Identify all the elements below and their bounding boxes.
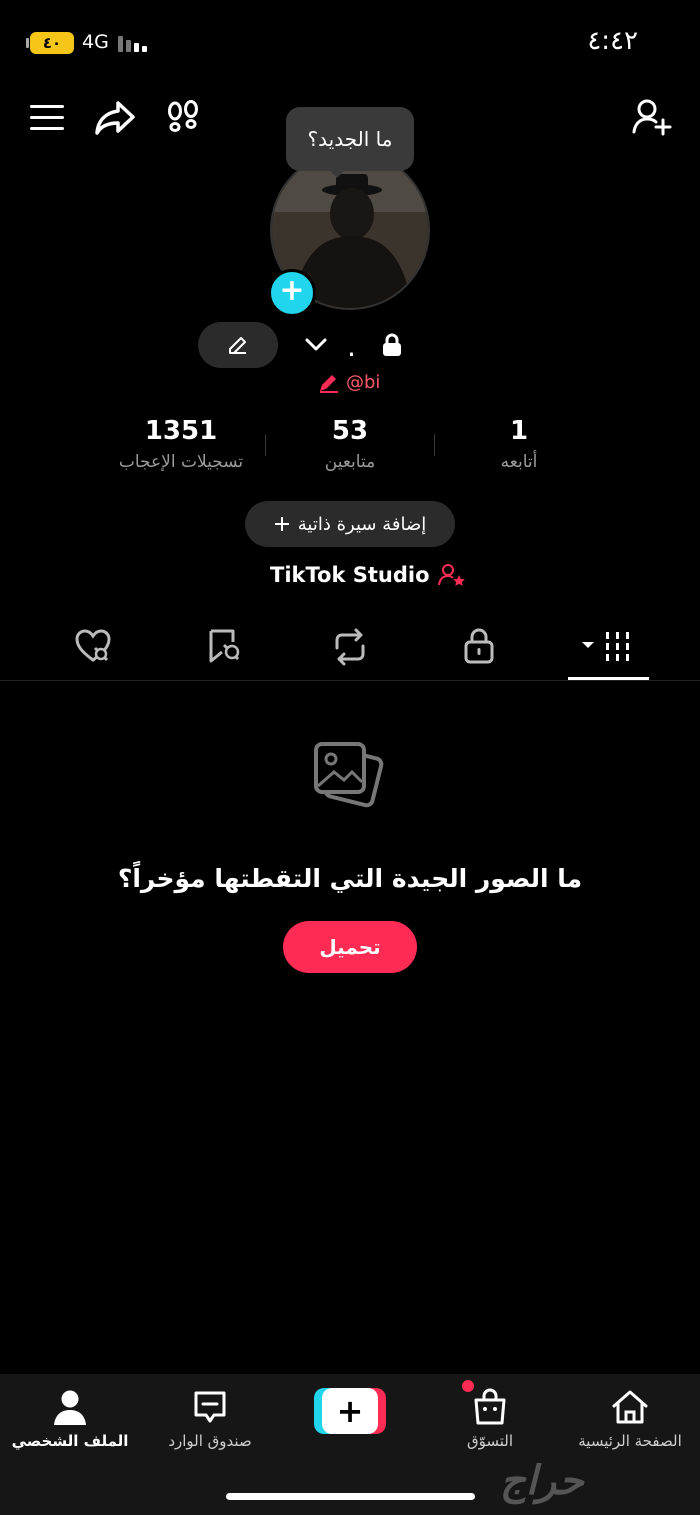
- tooltip-arrow: [327, 168, 347, 178]
- network-type: 4G: [82, 31, 109, 53]
- status-time: ٤:٤٢: [587, 26, 638, 56]
- add-story-button[interactable]: +: [268, 269, 316, 317]
- username-handle: @bi: [346, 372, 381, 393]
- haraj-watermark: حراج: [500, 1458, 584, 1504]
- liked-hidden-icon: [74, 628, 112, 664]
- following-count: 1: [509, 416, 529, 446]
- nav-profile-label: الملف الشخصي: [11, 1432, 129, 1450]
- studio-label: TikTok Studio: [270, 563, 430, 587]
- signal-icon: [118, 34, 150, 52]
- footprints-icon[interactable]: [165, 100, 201, 136]
- add-bio-button[interactable]: إضافة سيرة ذاتية: [245, 501, 455, 547]
- tab-videos[interactable]: [582, 630, 636, 664]
- chevron-down-icon[interactable]: [304, 334, 328, 356]
- lock-icon: [464, 628, 494, 664]
- create-plus-icon: +: [322, 1388, 378, 1434]
- plus-icon: [274, 516, 290, 532]
- tiktok-studio-link[interactable]: TikTok Studio: [270, 563, 466, 587]
- profile-name: .: [347, 330, 356, 363]
- grid-icon: [582, 630, 636, 664]
- likes-count: 1351: [144, 416, 218, 446]
- nav-inbox[interactable]: صندوق الوارد: [140, 1386, 280, 1450]
- menu-icon[interactable]: [30, 104, 64, 132]
- profile-icon: [0, 1386, 140, 1428]
- pencil-icon: [226, 333, 250, 357]
- nav-shop[interactable]: التسوّق: [420, 1386, 560, 1450]
- upload-button[interactable]: تحميل: [283, 921, 417, 973]
- nav-home[interactable]: الصفحة الرئيسية: [560, 1386, 700, 1450]
- edit-pen-icon: [318, 373, 340, 393]
- tab-private[interactable]: [464, 628, 494, 664]
- followers-count: 53: [331, 416, 369, 446]
- tab-reposts[interactable]: [331, 628, 369, 666]
- edit-profile-button[interactable]: [198, 322, 278, 368]
- photos-icon: [314, 742, 388, 842]
- shopping-bag-icon: [420, 1386, 560, 1428]
- followers-label: متابعين: [324, 452, 376, 472]
- stat-likes: 1351 تسجيلات الإعجاب: [96, 416, 266, 472]
- home-indicator[interactable]: [226, 1493, 475, 1500]
- add-friend-icon[interactable]: [632, 98, 672, 136]
- stat-followers[interactable]: 53 متابعين: [265, 416, 435, 472]
- inbox-icon: [140, 1386, 280, 1428]
- nav-shop-label: التسوّق: [466, 1432, 514, 1450]
- battery-indicator: ٤٠: [30, 32, 74, 54]
- tab-liked[interactable]: [74, 628, 112, 664]
- home-icon: [560, 1386, 700, 1428]
- tabs-divider: [0, 680, 700, 681]
- tab-favorites[interactable]: [206, 628, 242, 664]
- empty-state-title: ما الصور الجيدة التي التقطتها مؤخراً؟: [117, 864, 583, 893]
- shop-notification-badge: [462, 1380, 474, 1392]
- favorites-hidden-icon: [206, 628, 242, 664]
- following-label: أتابعه: [500, 452, 538, 472]
- nav-home-label: الصفحة الرئيسية: [578, 1432, 682, 1450]
- create-button[interactable]: +: [314, 1388, 386, 1434]
- repost-icon: [331, 628, 369, 666]
- battery-cap: [26, 38, 29, 48]
- share-icon[interactable]: [94, 100, 136, 136]
- nav-inbox-label: صندوق الوارد: [168, 1432, 252, 1450]
- private-lock-icon: [381, 333, 403, 357]
- nav-profile[interactable]: الملف الشخصي: [0, 1386, 140, 1450]
- creator-star-icon: [437, 563, 466, 587]
- likes-label: تسجيلات الإعجاب: [118, 452, 244, 472]
- stat-following[interactable]: 1 أتابعه: [434, 416, 604, 472]
- add-bio-label: إضافة سيرة ذاتية: [297, 513, 427, 535]
- username-row[interactable]: @bi: [318, 372, 380, 393]
- whats-new-tooltip: ما الجديد؟: [286, 107, 414, 171]
